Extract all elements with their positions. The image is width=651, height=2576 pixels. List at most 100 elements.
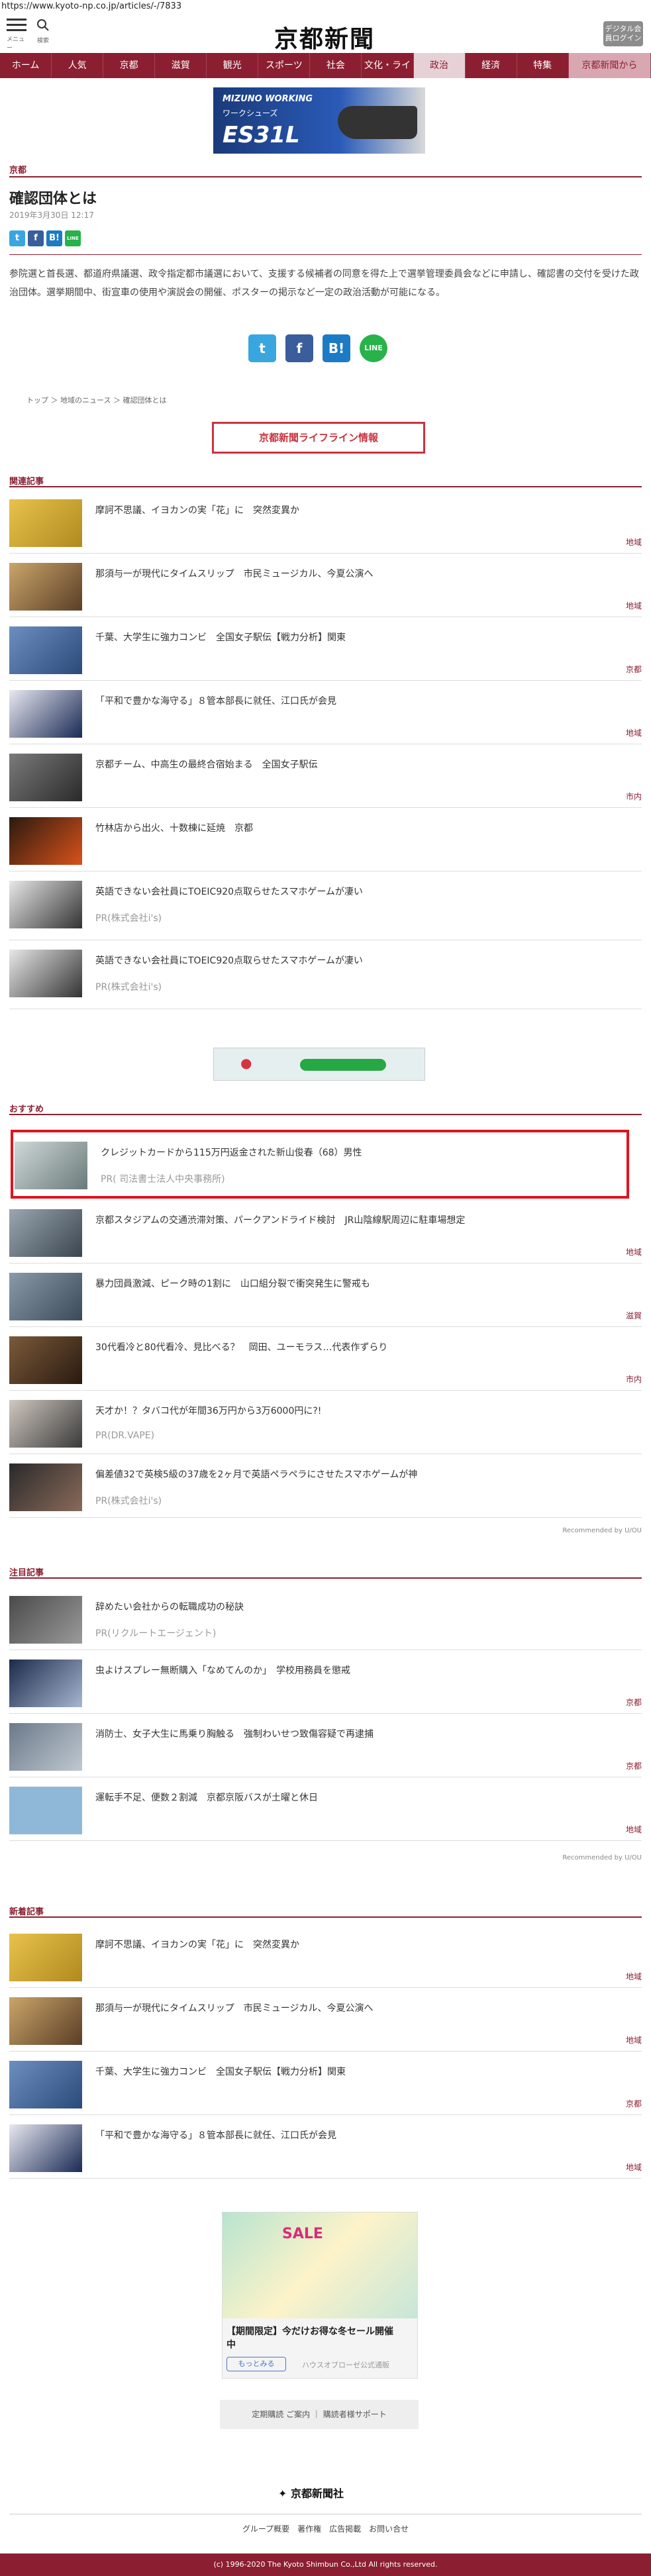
list-item[interactable]: 千葉、大学生に強力コンビ 全国女子駅伝【戦力分析】関東 京都 — [9, 2052, 642, 2115]
nav-sports[interactable]: スポーツ — [258, 53, 311, 78]
recommended-by-label[interactable]: Recommended by U/OU — [562, 1527, 642, 1534]
list-item[interactable]: 那須与一が現代にタイムスリップ 市民ミュージカル、今夏公演へ 地域 — [9, 554, 642, 617]
map-pin-icon: ● — [240, 1055, 252, 1071]
footer-logo[interactable]: ✦ 京都新聞社 — [278, 2485, 344, 2501]
item-title: 竹林店から出火、十数棟に延焼 京都 — [95, 823, 253, 834]
facebook-share-button[interactable]: f — [28, 230, 44, 246]
list-item[interactable]: 虫よけスプレー無断購入「なめてんのか」 学校用務員を懲戒 京都 — [9, 1650, 642, 1714]
thumbnail — [9, 817, 82, 865]
item-title: 千葉、大学生に強力コンビ 全国女子駅伝【戦力分析】関東 — [95, 632, 346, 643]
twitter-share-button[interactable]: t — [248, 334, 276, 362]
nav-culture[interactable]: 文化・ライフ — [362, 53, 414, 96]
list-item[interactable]: 英語できない会社員にTOEIC920点取らせたスマホゲームが凄い PR(株式会社i… — [9, 940, 642, 1009]
breadcrumb-local-news[interactable]: 地域のニュース — [60, 396, 111, 405]
menu-icon-bar — [7, 19, 26, 21]
map-ad[interactable]: ● — [213, 1048, 425, 1081]
line-share-button[interactable]: LINE — [360, 334, 387, 362]
hatena-share-button[interactable]: B! — [46, 230, 62, 246]
breadcrumb-top[interactable]: トップ — [26, 396, 48, 405]
item-tag: 地域 — [625, 1248, 642, 1257]
site-logo[interactable]: 京都新聞 — [265, 20, 384, 54]
nav-from-kyoto-np[interactable]: 京都新聞から — [568, 53, 651, 78]
item-title: 摩訶不思議、イヨカンの実「花」に 突然変異か — [95, 505, 299, 516]
menu-button[interactable]: メニュー — [7, 19, 26, 55]
list-item[interactable]: 天才か！？タバコ代が年間36万円から3万6000円に?! PR(DR.VAPE) — [9, 1391, 642, 1454]
item-tag: 地域 — [625, 601, 642, 611]
nav-shiga[interactable]: 滋賀 — [155, 53, 207, 78]
list-item[interactable]: 竹林店から出火、十数棟に延焼 京都 — [9, 808, 642, 871]
site-header: メニュー 検索 京都新聞 デジタル会員ログイン — [0, 15, 651, 53]
list-item[interactable]: 偏差値32で英検5級の37歳を2ヶ月で英語ペラペラにさせたスマホゲームが神 PR(… — [9, 1454, 642, 1518]
search-button[interactable]: 検索 — [33, 19, 53, 44]
line-share-button[interactable]: LINE — [65, 230, 81, 246]
subscription-links[interactable]: 定期購読 ご案内 ｜ 購読者様サポート — [220, 2400, 419, 2429]
list-item[interactable]: 「平和で豊かな海守る」８管本部長に就任、江口氏が会見 地域 — [9, 681, 642, 744]
share-buttons-small: t f B! LINE — [9, 230, 81, 246]
nav-home[interactable]: ホーム — [0, 53, 52, 78]
item-title: 那須与一が現代にタイムスリップ 市民ミュージカル、今夏公演へ — [95, 2003, 374, 2014]
item-title: 偏差値32で英検5級の37歳を2ヶ月で英語ペラペラにさせたスマホゲームが神 — [95, 1469, 418, 1480]
item-title: 京都スタジアムの交通渋滞対策、パークアンドライド検討 JR山陰線駅周辺に駐車場想… — [95, 1215, 466, 1226]
list-item[interactable]: 千葉、大学生に強力コンビ 全国女子駅伝【戦力分析】関東 京都 — [9, 617, 642, 681]
item-tag: 地域 — [625, 1825, 642, 1834]
list-item[interactable]: 「平和で豊かな海守る」８管本部長に就任、江口氏が会見地域 — [9, 2115, 642, 2179]
facebook-share-button[interactable]: f — [285, 334, 313, 362]
item-tag: 京都 — [625, 1761, 642, 1771]
nav-popular[interactable]: 人気 — [52, 53, 104, 78]
sale-ad[interactable]: SALE 【期間限定】今だけお得な冬セール開催中 もっとみる ハウスオブローゼ公… — [222, 2212, 418, 2379]
list-item[interactable]: クレジットカードから115万円返金された新山俊春（68）男性 PR( 司法書士法人… — [15, 1132, 624, 1196]
list-item[interactable]: 那須与一が現代にタイムスリップ 市民ミュージカル、今夏公演へ 地域 — [9, 1988, 642, 2052]
ad-brand: MIZUNO WORKING — [223, 94, 313, 104]
thumbnail — [9, 1209, 82, 1257]
list-item[interactable]: 英語できない会社員にTOEIC920点取らせたスマホゲームが凄い PR(株式会社i… — [9, 871, 642, 940]
related-heading: 関連記事 — [9, 477, 44, 487]
nav-kyoto[interactable]: 京都 — [103, 53, 156, 78]
nav-society[interactable]: 社会 — [310, 53, 362, 78]
ad-button[interactable] — [300, 1059, 386, 1071]
item-title: 「平和で豊かな海守る」８管本部長に就任、江口氏が会見 — [95, 2130, 336, 2141]
list-item[interactable]: 京都スタジアムの交通渋滞対策、パークアンドライド検討 JR山陰線駅周辺に駐車場想… — [9, 1200, 642, 1263]
item-pr: PR(株式会社i's) — [95, 913, 162, 924]
nav-tourism[interactable]: 観光 — [207, 53, 259, 78]
hatena-share-button[interactable]: B! — [323, 334, 350, 362]
article-category[interactable]: 京都 — [9, 163, 26, 175]
ad-more-button[interactable]: もっとみる — [226, 2357, 286, 2371]
nav-special[interactable]: 特集 — [517, 53, 569, 78]
share-buttons-large: t f B! LINE — [248, 334, 387, 362]
lifeline-info-button[interactable]: 京都新聞ライフライン情報 — [212, 422, 425, 454]
item-tag: 地域 — [625, 2163, 642, 2172]
list-item[interactable]: 暴力団員激減、ピーク時の1割に 山口組分裂で衝突発生に警戒も 滋賀 — [9, 1263, 642, 1327]
footer-links[interactable]: グループ概要 著作権 広告掲載 お問い合せ — [0, 2523, 651, 2534]
thumbnail — [9, 1997, 82, 2045]
item-pr: PR( 司法書士法人中央事務所) — [101, 1174, 225, 1185]
recommend-heading: おすすめ — [9, 1105, 44, 1115]
nav-politics[interactable]: 政治 — [413, 53, 466, 78]
item-pr: PR(DR.VAPE) — [95, 1430, 155, 1441]
menu-icon-bar — [7, 24, 26, 26]
list-item[interactable]: 運転手不足、便数２割減 京都京阪バスが土曜と休日 地域 — [9, 1777, 642, 1841]
recommended-by-label[interactable]: Recommended by U/OU — [562, 1854, 642, 1861]
digital-member-login-button[interactable]: デジタル会員ログイン — [603, 21, 643, 46]
list-item[interactable]: 辞めたい会社からの転職成功の秘訣 PR(リクルートエージェント) — [9, 1587, 642, 1650]
twitter-share-button[interactable]: t — [9, 230, 25, 246]
featured-list: 辞めたい会社からの転職成功の秘訣 PR(リクルートエージェント) 虫よけスプレー無… — [9, 1587, 642, 1841]
list-item[interactable]: 摩訶不思議、イヨカンの実「花」に 突然変異か 地域 — [9, 490, 642, 554]
list-item[interactable]: 30代看冷と80代看冷、見比べる？ 岡田、ユーモラス…代表作ずらり 市内 — [9, 1327, 642, 1391]
banner-ad[interactable]: MIZUNO WORKING ワークシューズ ES31L — [213, 87, 425, 154]
nav-economy[interactable]: 経済 — [466, 53, 517, 78]
ad-sale-label: SALE — [282, 2226, 323, 2242]
list-item[interactable]: 京都チーム、中高生の最終合宿始まる 全国女子駅伝 市内 — [9, 744, 642, 808]
list-item[interactable]: 摩訶不思議、イヨカンの実「花」に 突然変異か地域 — [9, 1924, 642, 1988]
list-item[interactable]: 消防士、女子大生に馬乗り胸触る 強制わいせつ致傷容疑で再逮捕 京都 — [9, 1714, 642, 1777]
item-pr: PR(株式会社i's) — [95, 982, 162, 993]
thumbnail — [9, 499, 82, 547]
item-pr: PR(株式会社i's) — [95, 1496, 162, 1507]
thumbnail — [9, 1787, 82, 1834]
copyright: (c) 1996-2020 The Kyoto Shimbun Co.,Ltd … — [0, 2553, 651, 2576]
footer-logo-text: 京都新聞社 — [290, 2487, 344, 2500]
logo-mark-icon: ✦ — [278, 2487, 287, 2500]
item-tag: 地域 — [625, 1972, 642, 1981]
item-title: 摩訶不思議、イヨカンの実「花」に 突然変異か — [95, 1940, 299, 1950]
divider — [9, 1916, 642, 1918]
recommend-first: クレジットカードから115万円返金された新山俊春（68）男性 PR( 司法書士法人… — [15, 1132, 624, 1196]
